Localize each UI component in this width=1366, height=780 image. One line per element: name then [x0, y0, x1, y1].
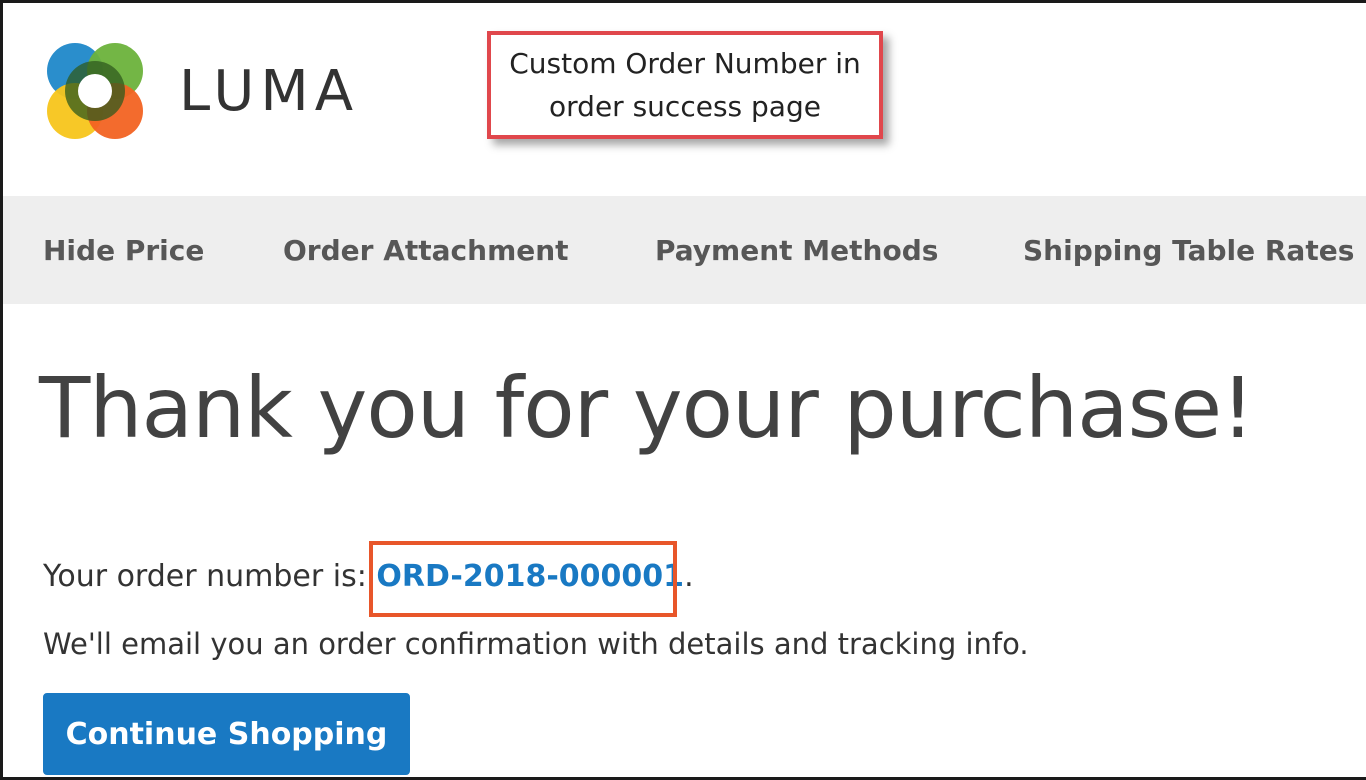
- nav-item-shipping-table-rates[interactable]: Shipping Table Rates: [1023, 234, 1354, 267]
- annotation-callout: Custom Order Number in order success pag…: [487, 31, 883, 139]
- browser-viewport: LUMA Custom Order Number in order succes…: [0, 0, 1366, 780]
- confirmation-message: We'll email you an order confirmation wi…: [43, 627, 1029, 661]
- page-header: LUMA Custom Order Number in order succes…: [3, 3, 1366, 193]
- callout-line-2: order success page: [549, 90, 821, 123]
- main-navigation: Hide Price Order Attachment Payment Meth…: [3, 196, 1366, 304]
- page-title-text: Thank you for your purchase!: [39, 359, 1255, 457]
- order-number-prefix: Your order number is:: [43, 559, 377, 594]
- brand-name: LUMA: [179, 58, 360, 124]
- continue-shopping-button[interactable]: Continue Shopping: [43, 693, 410, 775]
- nav-item-hide-price[interactable]: Hide Price: [43, 234, 204, 267]
- nav-item-order-attachment[interactable]: Order Attachment: [283, 234, 569, 267]
- luma-logo-icon: [47, 43, 143, 139]
- order-number-highlight-box: [369, 541, 677, 617]
- page-title: Thank you for your purchase!: [39, 359, 1255, 457]
- callout-line-1: Custom Order Number in: [509, 47, 861, 80]
- luma-logo-link[interactable]: LUMA: [41, 37, 359, 145]
- nav-item-payment-methods[interactable]: Payment Methods: [655, 234, 938, 267]
- order-number-suffix: .: [684, 559, 694, 594]
